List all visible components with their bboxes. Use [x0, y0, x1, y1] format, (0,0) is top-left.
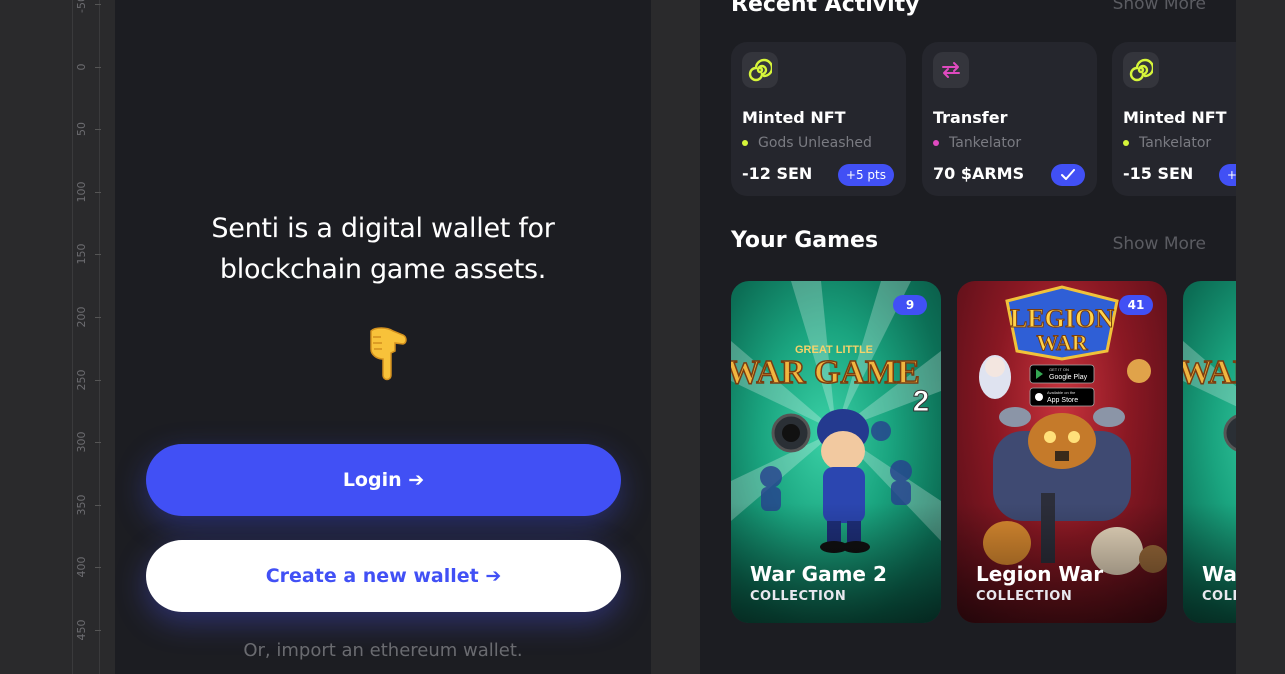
ruler-tick: 0: [73, 63, 101, 71]
canvas-background: [1236, 0, 1285, 674]
onboarding-screen: Senti is a digital wallet for blockchain…: [115, 0, 651, 674]
import-wallet-link[interactable]: Or, import an ethereum wallet.: [115, 640, 651, 661]
game-card-war-game-2[interactable]: GREAT LITTLE WAR GAME 2 9 War Game 2 COL…: [731, 281, 941, 623]
activity-show-more-link[interactable]: Show More: [1113, 0, 1206, 14]
ruler-tick-line: [95, 442, 101, 443]
app-store-badge-label: App Store: [1047, 397, 1078, 404]
status-dot: [742, 140, 748, 146]
item-count-badge: 9: [893, 295, 927, 315]
activity-game-name: Tankelator: [949, 135, 1022, 151]
pointing-down-hand-icon: [370, 327, 407, 381]
ruler-tick-label: 300: [75, 431, 88, 453]
game-type: COLLECTION: [976, 589, 1073, 604]
activity-title: Minted NFT: [1123, 108, 1227, 127]
app-store-small-label: Available on the: [1047, 390, 1076, 395]
ruler-tick-label: 100: [75, 181, 88, 203]
activity-amount: 70 $ARMS: [933, 164, 1025, 183]
ruler-tick-label: 400: [75, 556, 88, 578]
war-game-logo-main: WAR GAME: [731, 354, 920, 391]
activity-card[interactable]: Transfer Tankelator 70 $ARMS: [922, 42, 1097, 196]
legion-war-logo-sub: WAR: [1036, 330, 1088, 355]
login-button[interactable]: Login ➔: [146, 444, 621, 516]
ruler-tick-line: [95, 192, 101, 193]
activity-title: Minted NFT: [742, 108, 846, 127]
game-type: COLLECTION: [750, 589, 847, 604]
ruler-tick: -50: [73, 0, 101, 13]
legion-war-logo-main: LEGION: [1010, 304, 1114, 333]
game-name: Legion War: [976, 562, 1104, 586]
vertical-ruler: -50 0 50 100 150 200 250 300 350 400 450: [72, 0, 101, 674]
checkmark-icon: [1051, 164, 1085, 186]
games-show-more-link[interactable]: Show More: [1113, 234, 1206, 254]
war-game-logo-main: WAR GAME: [1183, 354, 1236, 391]
activity-amount: -15 SEN: [1123, 164, 1194, 183]
ruler-tick: 150: [73, 244, 101, 265]
onboarding-headline: Senti is a digital wallet for blockchain…: [115, 208, 651, 290]
ruler-tick-label: 200: [75, 306, 88, 328]
ruler-tick-label: 250: [75, 369, 88, 391]
login-button-label: Login ➔: [342, 469, 425, 491]
activity-game: Tankelator: [1123, 135, 1211, 151]
game-card-legion-war[interactable]: LEGION WAR GET IT ON Google Play Availab…: [957, 281, 1167, 623]
headline-line-1: Senti is a digital wallet for: [211, 213, 555, 244]
ruler-tick-label: -50: [75, 0, 88, 13]
activity-game: Gods Unleashed: [742, 135, 872, 151]
game-name: Wa: [1202, 562, 1236, 586]
recent-activity-title: Recent Activity: [731, 0, 920, 17]
status-dot: [1123, 140, 1129, 146]
game-card-war-game-partial[interactable]: WAR GAME Wa COLL: [1183, 281, 1236, 623]
war-game-logo-number: 2: [913, 385, 930, 418]
dashboard-screen: Recent Activity Show More Minted NFT God…: [700, 0, 1236, 674]
activity-amount: -12 SEN: [742, 164, 813, 183]
ruler-tick-line: [95, 4, 101, 5]
ruler-tick-label: 50: [75, 122, 88, 136]
activity-card[interactable]: Minted NFT Gods Unleashed -12 SEN +5 pts: [731, 42, 906, 196]
status-dot: [933, 140, 939, 146]
ruler-tick: 400: [73, 557, 101, 578]
ruler-tick-line: [95, 567, 101, 568]
ruler-tick: 50: [73, 122, 101, 136]
spiral-icon: [1123, 52, 1159, 88]
google-play-small-label: GET IT ON: [1049, 367, 1069, 372]
ruler-tick: 200: [73, 307, 101, 328]
points-badge: +5 pts: [1218, 164, 1236, 186]
points-badge: +5 pts: [837, 164, 894, 186]
ruler-tick-label: 350: [75, 494, 88, 516]
create-wallet-button[interactable]: Create a new wallet ➔: [146, 540, 621, 612]
activity-game: Tankelator: [933, 135, 1021, 151]
ruler-tick: 300: [73, 432, 101, 453]
ruler-tick-line: [95, 317, 101, 318]
your-games-title: Your Games: [731, 228, 879, 253]
game-type: COLL: [1202, 589, 1236, 604]
create-wallet-button-label: Create a new wallet ➔: [265, 565, 502, 587]
activity-game-name: Tankelator: [1139, 135, 1212, 151]
ruler-tick: 250: [73, 370, 101, 391]
game-name: War Game 2: [750, 562, 887, 586]
ruler-tick-label: 0: [75, 63, 88, 71]
ruler-tick: 350: [73, 495, 101, 516]
headline-line-2: blockchain game assets.: [219, 254, 547, 285]
item-count-badge: 41: [1119, 295, 1153, 315]
activity-title: Transfer: [933, 108, 1008, 127]
ruler-tick-line: [95, 630, 101, 631]
activity-game-name: Gods Unleashed: [758, 135, 872, 151]
ruler-tick-label: 150: [75, 243, 88, 265]
ruler-tick-line: [95, 380, 101, 381]
ruler-tick-line: [95, 254, 101, 255]
ruler-tick: 100: [73, 182, 101, 203]
transfer-arrows-icon: [933, 52, 969, 88]
spiral-icon: [742, 52, 778, 88]
google-play-badge-label: Google Play: [1049, 374, 1088, 381]
ruler-tick-line: [95, 505, 101, 506]
ruler-tick-line: [95, 129, 101, 130]
activity-card[interactable]: Minted NFT Tankelator -15 SEN +5 pts: [1112, 42, 1236, 196]
ruler-tick-line: [95, 67, 101, 68]
ruler-tick-label: 450: [75, 619, 88, 641]
ruler-tick: 450: [73, 620, 101, 641]
